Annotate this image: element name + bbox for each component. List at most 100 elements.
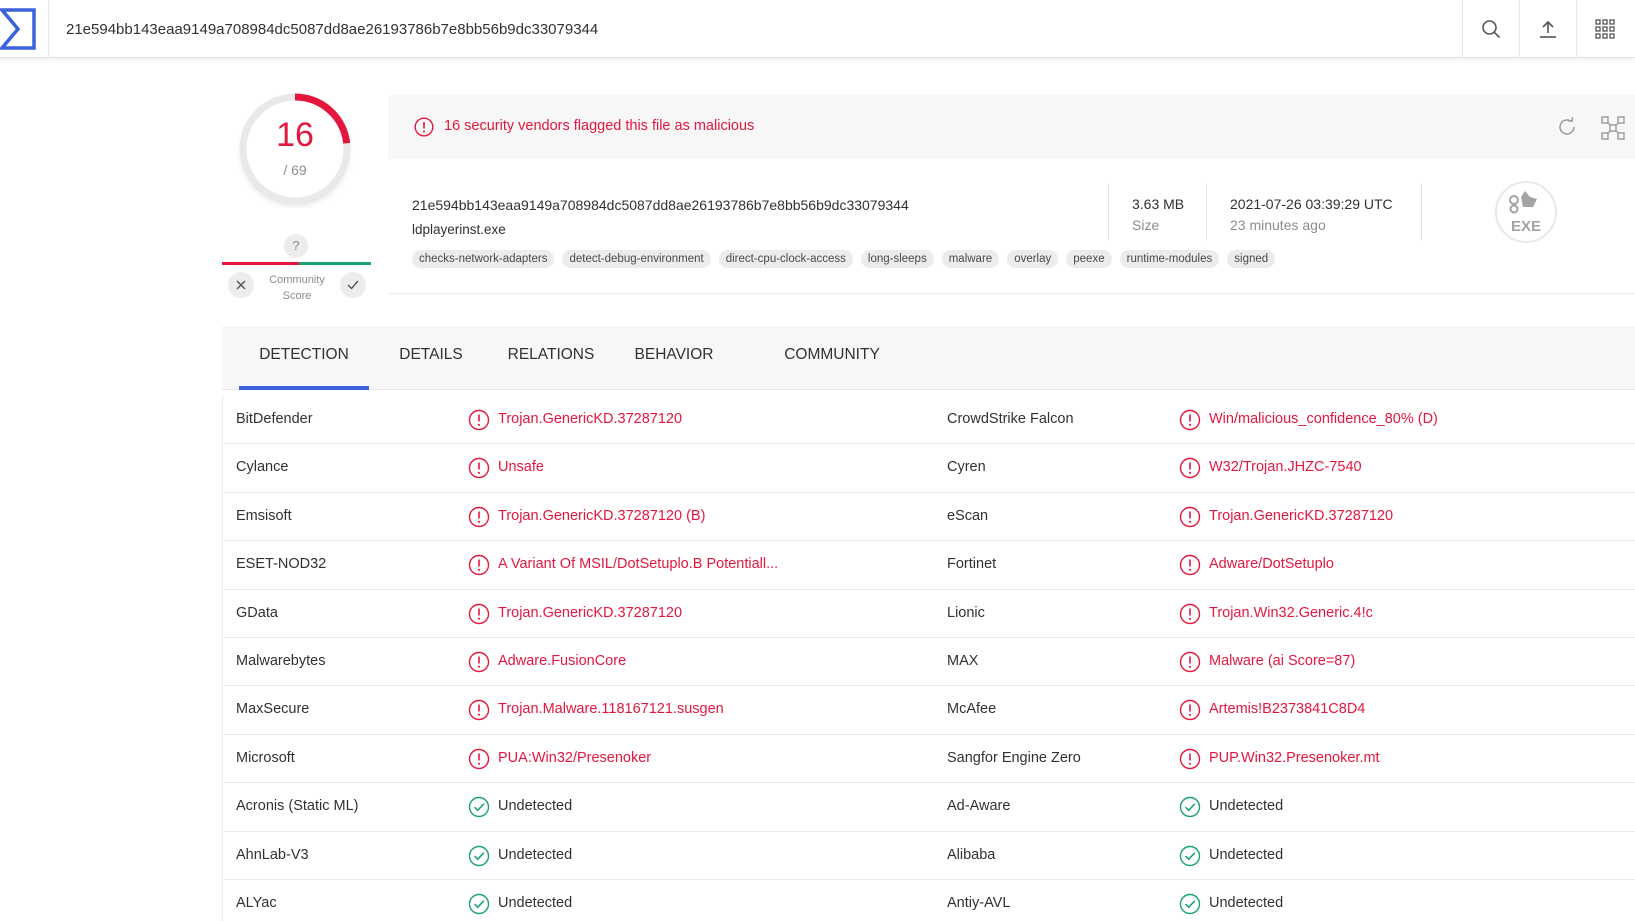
detection-result[interactable]: Trojan.GenericKD.37287120 (B) bbox=[498, 508, 705, 524]
file-hash: 21e594bb143eaa9149a708984dc5087dd8ae2619… bbox=[412, 197, 909, 213]
alert-text: 16 security vendors flagged this file as… bbox=[444, 118, 755, 134]
alert-icon bbox=[1179, 506, 1201, 528]
meta-divider bbox=[1421, 183, 1422, 241]
tab-behavior[interactable]: BEHAVIOR bbox=[614, 326, 734, 390]
detection-table: BitDefender Trojan.GenericKD.37287120 Crow… bbox=[222, 396, 1635, 921]
tab-detection[interactable]: DETECTION bbox=[239, 326, 369, 390]
file-tag[interactable]: long-sleeps bbox=[860, 250, 934, 268]
detection-result[interactable]: A Variant Of MSIL/DotSetuplo.B Potential… bbox=[498, 556, 778, 572]
engine-name: Microsoft bbox=[236, 749, 295, 766]
detection-result[interactable]: W32/Trojan.JHZC-7540 bbox=[1209, 459, 1362, 475]
meta-divider bbox=[1108, 183, 1109, 241]
active-tab-indicator bbox=[239, 386, 369, 390]
table-row: Acronis (Static ML) Undetected Ad-Aware Und… bbox=[222, 783, 1635, 832]
logo-divider bbox=[48, 0, 49, 58]
detection-result: Undetected bbox=[498, 798, 573, 815]
report-tabs: DETECTION DETAILS RELATIONS BEHAVIOR COM… bbox=[222, 326, 1635, 390]
file-name: ldplayerinst.exe bbox=[412, 222, 506, 237]
file-tag[interactable]: direct-cpu-clock-access bbox=[718, 250, 853, 268]
alert-icon bbox=[1179, 409, 1201, 431]
detection-result[interactable]: PUA:Win32/Presenoker bbox=[498, 750, 651, 766]
vote-malicious-button[interactable] bbox=[228, 272, 254, 298]
tab-relations[interactable]: RELATIONS bbox=[491, 326, 611, 390]
engine-name: ESET-NOD32 bbox=[236, 556, 327, 573]
engine-name: eScan bbox=[947, 507, 989, 524]
file-tag[interactable]: overlay bbox=[1007, 250, 1059, 268]
detection-result[interactable]: Artemis!B2373841C8D4 bbox=[1209, 701, 1365, 717]
file-info-card: 21e594bb143eaa9149a708984dc5087dd8ae2619… bbox=[388, 159, 1635, 294]
upload-icon bbox=[1540, 20, 1556, 38]
engine-name: MAX bbox=[947, 652, 979, 669]
detection-result[interactable]: Win/malicious_confidence_80% (D) bbox=[1209, 411, 1438, 427]
search-icon bbox=[1482, 20, 1501, 39]
file-tag[interactable]: malware bbox=[941, 250, 1000, 268]
engine-name: Emsisoft bbox=[236, 507, 292, 524]
detection-result[interactable]: Adware.FusionCore bbox=[498, 653, 626, 669]
check-circle-icon bbox=[468, 893, 490, 915]
search-input[interactable] bbox=[50, 0, 1460, 58]
engine-name: Lionic bbox=[947, 604, 985, 621]
file-type-badge: EXE bbox=[1495, 181, 1557, 243]
total-engines: / 69 bbox=[283, 162, 307, 178]
file-size-label: Size bbox=[1132, 217, 1160, 233]
engine-name: AhnLab-V3 bbox=[236, 846, 309, 863]
engine-name: Alibaba bbox=[947, 846, 996, 863]
scan-date-ago: 23 minutes ago bbox=[1230, 217, 1326, 233]
file-type-label: EXE bbox=[1510, 218, 1541, 235]
malicious-alert-banner: 16 security vendors flagged this file as… bbox=[388, 95, 1635, 159]
file-tag[interactable]: peexe bbox=[1066, 250, 1112, 268]
vote-harmless-button[interactable] bbox=[340, 272, 366, 298]
engine-name: Sangfor Engine Zero bbox=[947, 749, 1081, 766]
search-button[interactable] bbox=[1462, 0, 1519, 58]
table-row: MaxSecure Trojan.Malware.118167121.susgen… bbox=[222, 686, 1635, 735]
file-tag[interactable]: checks-network-adapters bbox=[412, 250, 555, 268]
upload-button[interactable] bbox=[1519, 0, 1576, 58]
table-row: Emsisoft Trojan.GenericKD.37287120 (B) eSc… bbox=[222, 492, 1635, 542]
detection-result: Undetected bbox=[1209, 894, 1284, 911]
detection-result[interactable]: Adware/DotSetuplo bbox=[1209, 556, 1334, 572]
alert-icon bbox=[1179, 457, 1201, 479]
detection-result[interactable]: Trojan.GenericKD.37287120 bbox=[1209, 508, 1393, 524]
alert-icon bbox=[468, 603, 490, 625]
alert-icon bbox=[468, 506, 490, 528]
table-row: BitDefender Trojan.GenericKD.37287120 Crow… bbox=[222, 396, 1635, 445]
detection-result: Undetected bbox=[498, 894, 573, 911]
file-tag[interactable]: signed bbox=[1227, 250, 1276, 268]
table-row: ESET-NOD32 A Variant Of MSIL/DotSetuplo.B… bbox=[222, 541, 1635, 590]
detection-result[interactable]: Trojan.GenericKD.37287120 bbox=[498, 605, 682, 621]
detection-result[interactable]: Trojan.GenericKD.37287120 bbox=[498, 411, 682, 427]
alert-icon bbox=[468, 748, 490, 770]
virustotal-logo-icon[interactable] bbox=[0, 6, 40, 52]
file-size-value: 3.63 MB bbox=[1132, 196, 1185, 212]
check-icon bbox=[347, 280, 359, 290]
tab-community[interactable]: COMMUNITY bbox=[742, 326, 922, 390]
reanalyze-icon[interactable] bbox=[1555, 115, 1579, 139]
detection-result[interactable]: Unsafe bbox=[498, 459, 544, 475]
file-tag[interactable]: runtime-modules bbox=[1119, 250, 1220, 268]
community-score-good-bar bbox=[299, 262, 371, 265]
table-row: ALYac Undetected Antiy-AVL Undetected bbox=[222, 879, 1635, 921]
table-row: Malwarebytes Adware.FusionCore MAX Malware … bbox=[222, 637, 1635, 687]
apps-menu-button[interactable] bbox=[1576, 0, 1633, 58]
table-row: Microsoft PUA:Win32/Presenoker Sangfor Eng… bbox=[222, 734, 1635, 784]
alert-icon bbox=[414, 117, 434, 137]
file-tag[interactable]: detect-debug-environment bbox=[562, 250, 711, 268]
meta-divider bbox=[1206, 183, 1207, 241]
graph-view-icon[interactable] bbox=[1600, 115, 1626, 141]
alert-icon bbox=[468, 457, 490, 479]
detection-result[interactable]: Trojan.Win32.Generic.4!c bbox=[1209, 605, 1373, 621]
engine-name: Cyren bbox=[947, 459, 986, 476]
detection-result[interactable]: Malware (ai Score=87) bbox=[1209, 653, 1355, 669]
alert-icon bbox=[468, 409, 490, 431]
check-circle-icon bbox=[1179, 845, 1201, 867]
check-circle-icon bbox=[1179, 796, 1201, 818]
alert-icon bbox=[468, 554, 490, 576]
detection-result: Undetected bbox=[498, 846, 573, 863]
detection-result[interactable]: Trojan.Malware.118167121.susgen bbox=[498, 701, 724, 717]
engine-name: Antiy-AVL bbox=[947, 894, 1011, 911]
tab-details[interactable]: DETAILS bbox=[381, 326, 481, 390]
detection-result[interactable]: PUP.Win32.Presenoker.mt bbox=[1209, 750, 1380, 766]
alert-icon bbox=[1179, 651, 1201, 673]
check-circle-icon bbox=[1179, 893, 1201, 915]
engine-name: Cylance bbox=[236, 459, 289, 476]
